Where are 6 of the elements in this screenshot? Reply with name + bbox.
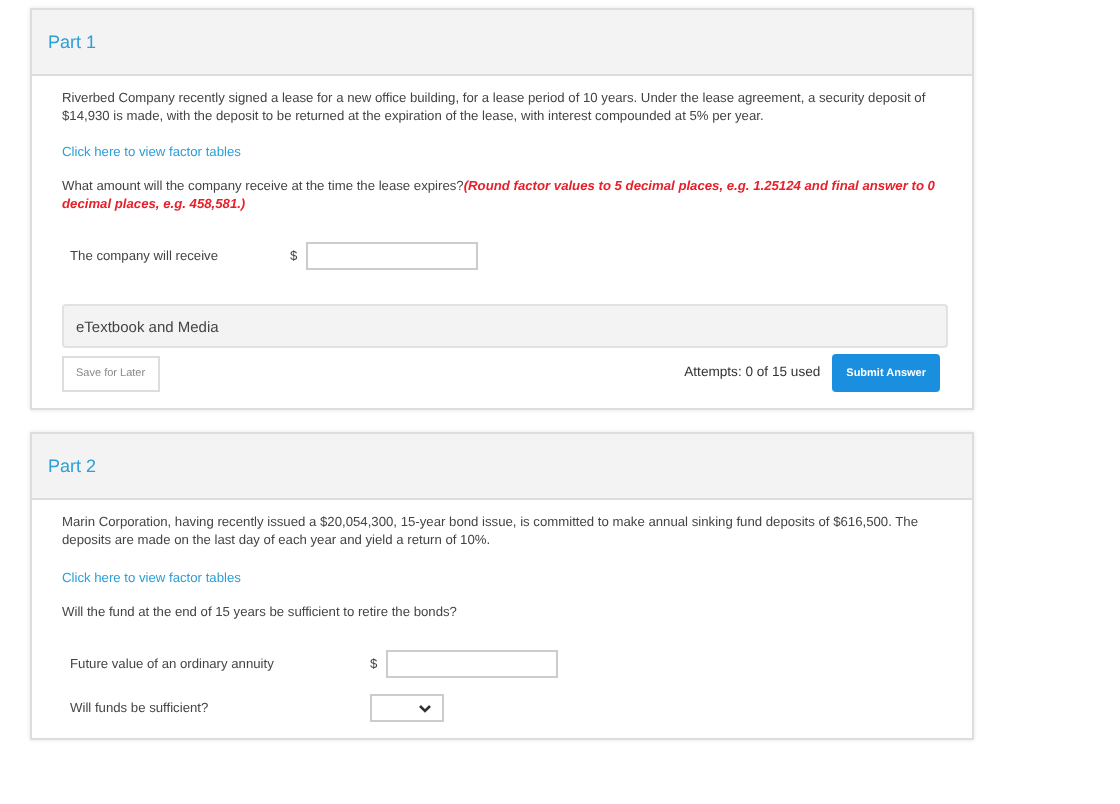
chevron-down-icon xyxy=(418,703,432,714)
part-title: Part 2 xyxy=(48,456,97,477)
answer-dropdown[interactable] xyxy=(370,694,444,723)
part-title: Part 1 xyxy=(48,32,97,52)
amount-field[interactable] xyxy=(305,242,478,271)
amount-field[interactable] xyxy=(385,650,558,679)
